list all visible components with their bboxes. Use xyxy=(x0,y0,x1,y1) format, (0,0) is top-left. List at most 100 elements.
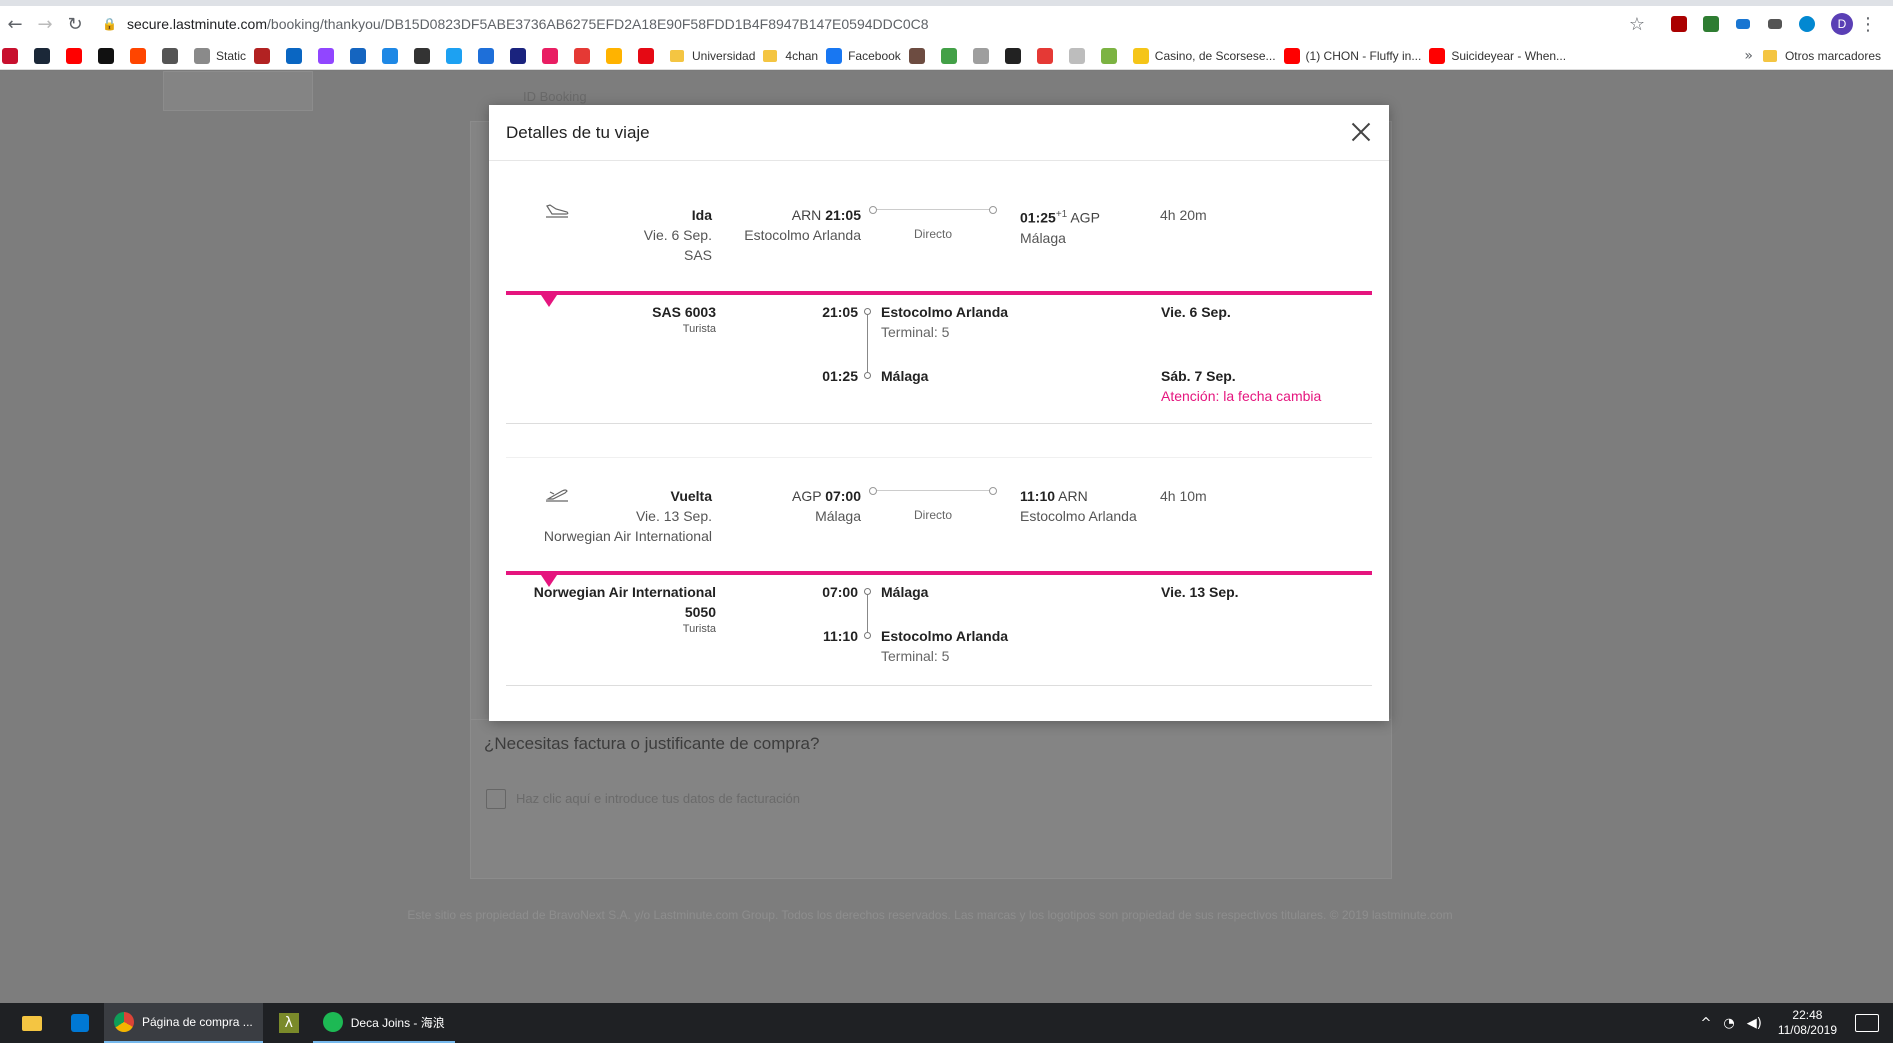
bookmarks-bar: Static Universidad 4chan Facebook Casino, de… xyxy=(0,42,1893,70)
bookmark-item[interactable] xyxy=(1036,47,1061,64)
bookmark-item[interactable] xyxy=(98,47,122,64)
lambda-app-icon[interactable]: λ xyxy=(265,1003,313,1043)
bookmark-star-icon[interactable]: ☆ xyxy=(1622,14,1652,35)
bookmark-item[interactable] xyxy=(606,47,630,64)
bookmark-favicon-icon xyxy=(446,47,463,64)
notification-icon[interactable] xyxy=(1855,1014,1879,1032)
browser-menu-icon[interactable]: ⋮ xyxy=(1853,14,1883,35)
bookmark-favicon-icon xyxy=(382,47,399,64)
bookmark-item[interactable] xyxy=(638,47,662,64)
bookmark-item[interactable]: (1) CHON - Fluffy in... xyxy=(1283,47,1421,64)
bookmark-item[interactable] xyxy=(66,47,90,64)
bookmark-label: Suicideyear - When... xyxy=(1451,48,1567,63)
extension-ublock-icon[interactable] xyxy=(1663,16,1695,32)
bookmark-item[interactable] xyxy=(130,47,154,64)
bookmark-favicon-icon xyxy=(1283,47,1300,64)
outbound-dep-city: Estocolmo Arlanda xyxy=(744,227,861,243)
bookmark-item[interactable] xyxy=(162,47,186,64)
bookmark-item[interactable] xyxy=(908,47,933,64)
bookmark-item[interactable] xyxy=(34,47,58,64)
bookmark-item[interactable]: Universidad xyxy=(670,49,755,63)
volume-icon[interactable]: ◀) xyxy=(1747,1016,1762,1031)
return-dep-time: 07:00 xyxy=(825,488,861,504)
bookmark-item[interactable] xyxy=(350,47,374,64)
bookmark-label: Casino, de Scorsese... xyxy=(1154,48,1276,63)
file-explorer-icon[interactable] xyxy=(8,1003,56,1043)
start-button[interactable] xyxy=(0,1003,8,1043)
extension-movistar-icon[interactable] xyxy=(1727,19,1759,29)
return-arr-time: 11:10 xyxy=(1020,488,1056,504)
bookmark-item[interactable]: Casino, de Scorsese... xyxy=(1132,47,1276,64)
invoice-link[interactable]: Haz clic aquí e introduce tus datos de f… xyxy=(516,791,800,806)
wifi-icon[interactable]: ◔ xyxy=(1723,1016,1734,1031)
return-cabin: Turista xyxy=(682,623,716,635)
outbound-seg-arr-place: Málaga xyxy=(881,368,929,384)
extension-sync-icon[interactable] xyxy=(1695,16,1727,32)
bookmark-label: 4chan xyxy=(785,48,819,63)
bookmark-item[interactable] xyxy=(1100,47,1125,64)
outbound-arr-time: 01:25 xyxy=(1020,209,1056,226)
other-bookmarks-folder[interactable]: Otros marcadores xyxy=(1762,49,1881,63)
extension-react-icon[interactable] xyxy=(1791,16,1823,32)
lock-icon: 🔒 xyxy=(102,17,117,31)
outbound-seg-line xyxy=(867,315,868,372)
return-route-start-dot xyxy=(869,487,877,495)
bookmark-item[interactable] xyxy=(478,47,502,64)
bookmark-item[interactable] xyxy=(286,47,310,64)
vscode-icon[interactable] xyxy=(56,1003,104,1043)
bookmark-item[interactable] xyxy=(510,47,534,64)
taskbar-app-chrome[interactable]: Página de compra ... xyxy=(104,1003,263,1043)
bookmark-item[interactable]: Static xyxy=(194,47,247,64)
return-seg-dep-time: 07:00 xyxy=(822,584,858,600)
return-seg-arr-time: 11:10 xyxy=(822,628,858,644)
bookmark-favicon-icon xyxy=(254,47,271,64)
bookmark-favicon-icon xyxy=(130,47,146,64)
bookmark-item[interactable] xyxy=(2,47,26,64)
bookmark-label: Static xyxy=(216,48,247,63)
close-icon[interactable] xyxy=(1345,117,1375,147)
bookmark-item[interactable] xyxy=(318,47,342,64)
outbound-accent-bar xyxy=(506,291,1372,295)
bookmark-item[interactable]: 4chan xyxy=(763,49,818,63)
profile-avatar[interactable]: D xyxy=(1831,13,1853,35)
bookmark-item[interactable]: Facebook xyxy=(826,47,901,64)
bookmark-item[interactable] xyxy=(1004,47,1029,64)
back-icon[interactable]: ← xyxy=(0,9,30,39)
bookmark-item[interactable] xyxy=(1068,47,1093,64)
outbound-arr-plus: +1 xyxy=(1055,209,1068,220)
bookmark-item[interactable] xyxy=(382,47,406,64)
outbound-arrival: 01:25+1 AGP Málaga xyxy=(1020,205,1100,248)
forward-icon[interactable]: → xyxy=(30,9,60,39)
return-departure: AGP 07:00 Málaga xyxy=(792,486,861,526)
bookmark-item[interactable] xyxy=(972,47,997,64)
bookmark-favicon-icon xyxy=(318,47,335,64)
modal-title: Detalles de tu viaje xyxy=(506,122,650,142)
sidebar-card xyxy=(163,71,313,111)
taskbar-app-spotify[interactable]: Deca Joins - 海浪 xyxy=(312,1003,455,1043)
trip-details-modal: Detalles de tu viaje Ida Vie. 6 Sep. SAS… xyxy=(489,105,1389,721)
bookmark-favicon-icon xyxy=(350,47,367,64)
return-direction: Vuelta xyxy=(670,488,713,504)
bookmark-favicon-icon xyxy=(972,47,989,64)
bookmark-item[interactable] xyxy=(542,47,566,64)
bookmarks-overflow-icon[interactable]: » xyxy=(1744,48,1753,64)
url-field[interactable]: 🔒 secure.lastminute.com/booking/thankyou… xyxy=(102,16,1622,32)
reload-icon[interactable]: ↻ xyxy=(60,9,90,39)
extension-json-icon[interactable] xyxy=(1759,19,1791,29)
bookmark-item[interactable] xyxy=(446,47,470,64)
outbound-route-line xyxy=(873,209,993,210)
outbound-seg-arr-time: 01:25 xyxy=(822,368,858,384)
bookmark-item[interactable] xyxy=(254,47,278,64)
invoice-checkbox[interactable] xyxy=(486,789,506,809)
spotify-icon xyxy=(322,1012,343,1032)
bookmark-item[interactable]: Suicideyear - When... xyxy=(1429,47,1567,64)
bookmark-item[interactable] xyxy=(940,47,965,64)
outbound-cabin: Turista xyxy=(682,323,716,335)
bookmark-item[interactable] xyxy=(414,47,438,64)
bookmark-item[interactable] xyxy=(574,47,598,64)
outbound-stops: Directo xyxy=(913,227,952,241)
tray-chevron-icon[interactable]: ^ xyxy=(1701,1016,1712,1031)
outbound-leg: Ida Vie. 6 Sep. SAS ARN 21:05 Estocolmo … xyxy=(506,161,1372,461)
return-airline: Norwegian Air International xyxy=(543,528,712,544)
clock[interactable]: 22:48 11/08/2019 xyxy=(1778,1008,1837,1038)
